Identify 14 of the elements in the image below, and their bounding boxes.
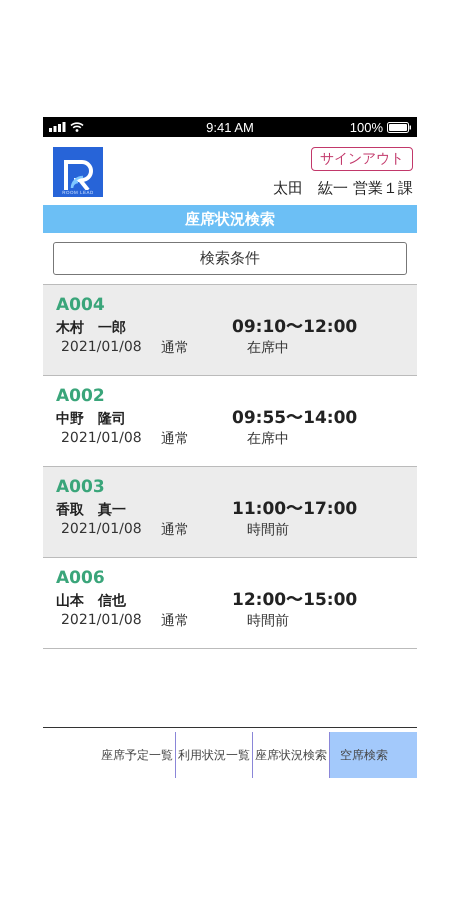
sign-out-button[interactable]: サインアウト xyxy=(311,147,413,171)
nav-tab[interactable]: 利用状況一覧 xyxy=(175,732,252,778)
nav-tab[interactable]: 空席検索 xyxy=(329,732,417,778)
user-name: 太田 紘一 営業１課 xyxy=(273,179,413,198)
reservation-item[interactable]: A004 木村 一郎 09:10〜12:00 2021/01/08 通常 在席中 xyxy=(43,285,417,376)
page-title: 座席状況検索 xyxy=(43,205,417,233)
reservation-item[interactable]: A003 香取 真一 11:00〜17:00 2021/01/08 通常 時間前 xyxy=(43,467,417,558)
nav-tab[interactable]: 座席予定一覧 xyxy=(99,732,175,778)
signal-icon xyxy=(49,122,66,132)
battery-percent: 100% xyxy=(350,120,383,134)
status-time: 9:41 AM xyxy=(206,120,254,134)
search-conditions-button[interactable]: 検索条件 xyxy=(53,242,407,275)
battery-icon xyxy=(387,122,411,132)
wifi-icon xyxy=(70,122,84,132)
